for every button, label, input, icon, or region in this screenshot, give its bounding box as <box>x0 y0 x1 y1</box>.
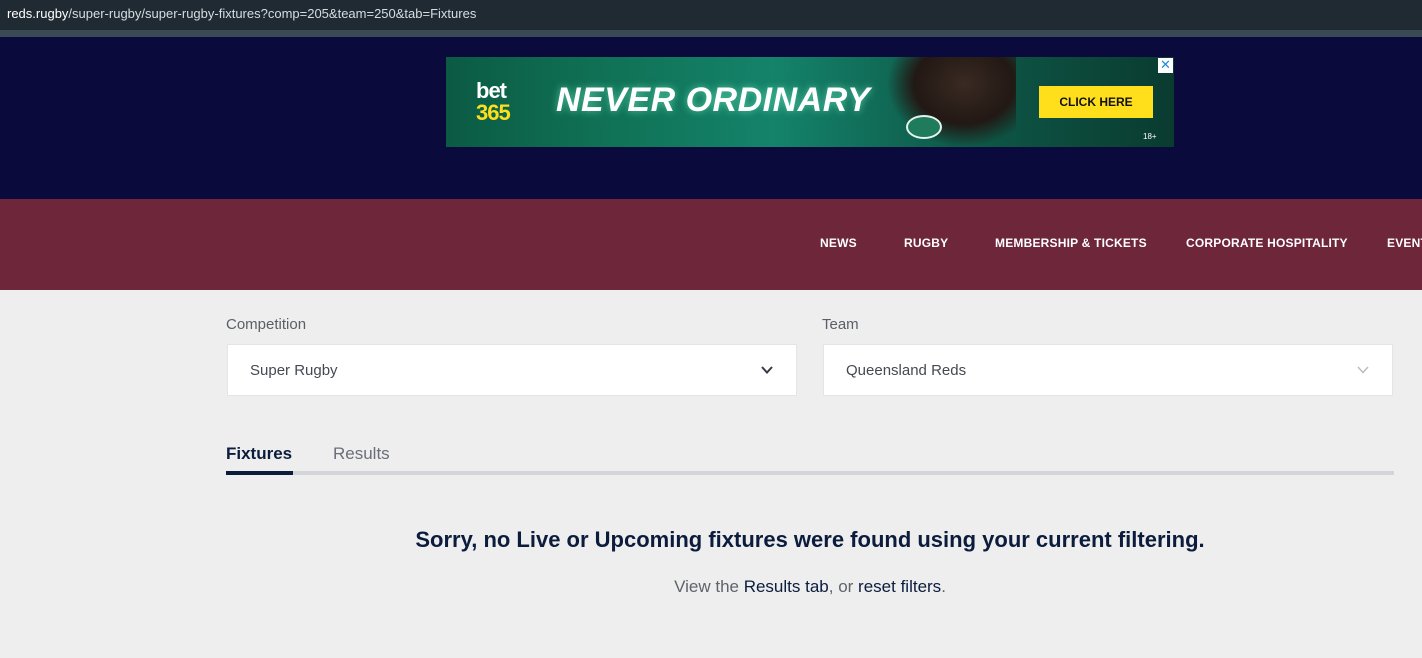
tab-results[interactable]: Results <box>333 444 390 464</box>
competition-label: Competition <box>226 316 307 333</box>
empty-state-suffix: . <box>941 577 946 596</box>
tab-fixtures[interactable]: Fixtures <box>226 444 292 464</box>
tab-rail <box>226 471 1394 475</box>
ad-headline: NEVER ORDINARY <box>556 81 871 119</box>
ad-cta-button[interactable]: CLICK HERE <box>1039 86 1153 118</box>
nav-item-news[interactable]: NEWS <box>820 236 857 250</box>
chevron-down-icon <box>1357 366 1369 374</box>
competition-select-value: Super Rugby <box>250 362 338 379</box>
ad-logo-line1: bet <box>476 78 507 103</box>
bet365-logo: bet 365 <box>476 80 526 124</box>
team-label: Team <box>822 316 859 333</box>
browser-divider <box>0 30 1422 37</box>
address-bar[interactable]: reds.rugby/super-rugby/super-rugby-fixtu… <box>0 0 1422 30</box>
main-nav: NEWS RUGBY MEMBERSHIP & TICKETS CORPORAT… <box>0 199 1422 290</box>
empty-state-middle: , or <box>828 577 859 596</box>
ad-age-notice: 18+ <box>1143 132 1157 141</box>
nav-item-membership-tickets[interactable]: MEMBERSHIP & TICKETS <box>995 236 1147 250</box>
rugby-ball-icon <box>906 115 942 139</box>
team-select-value: Queensland Reds <box>846 362 967 379</box>
url-host: reds.rugby <box>7 6 69 21</box>
ad-player-image <box>886 57 1016 147</box>
ad-close-icon[interactable]: ✕ <box>1158 58 1173 73</box>
advertisement-banner[interactable]: bet 365 NEVER ORDINARY CLICK HERE 18+ ✕ <box>446 57 1174 147</box>
reset-filters-link[interactable]: reset filters <box>858 577 941 596</box>
results-tab-link[interactable]: Results tab <box>744 577 829 596</box>
empty-state-message: View the Results tab, or reset filters. <box>0 577 1422 597</box>
empty-state-title: Sorry, no Live or Upcoming fixtures were… <box>415 527 1205 552</box>
nav-item-rugby[interactable]: RUGBY <box>904 236 948 250</box>
team-select[interactable]: Queensland Reds <box>823 344 1393 396</box>
chevron-down-icon <box>761 366 773 374</box>
empty-state-prefix: View the <box>674 577 744 596</box>
nav-item-events[interactable]: EVENT <box>1387 236 1422 250</box>
fixtures-results-tabs: Fixtures Results <box>226 440 1394 476</box>
ad-logo-line2: 365 <box>476 100 511 125</box>
url-path: /super-rugby/super-rugby-fixtures?comp=2… <box>68 6 477 21</box>
ad-header-band: bet 365 NEVER ORDINARY CLICK HERE 18+ ✕ <box>0 37 1422 199</box>
active-tab-indicator <box>226 471 293 475</box>
competition-select[interactable]: Super Rugby <box>227 344 797 396</box>
nav-item-corporate-hospitality[interactable]: CORPORATE HOSPITALITY <box>1186 236 1348 250</box>
